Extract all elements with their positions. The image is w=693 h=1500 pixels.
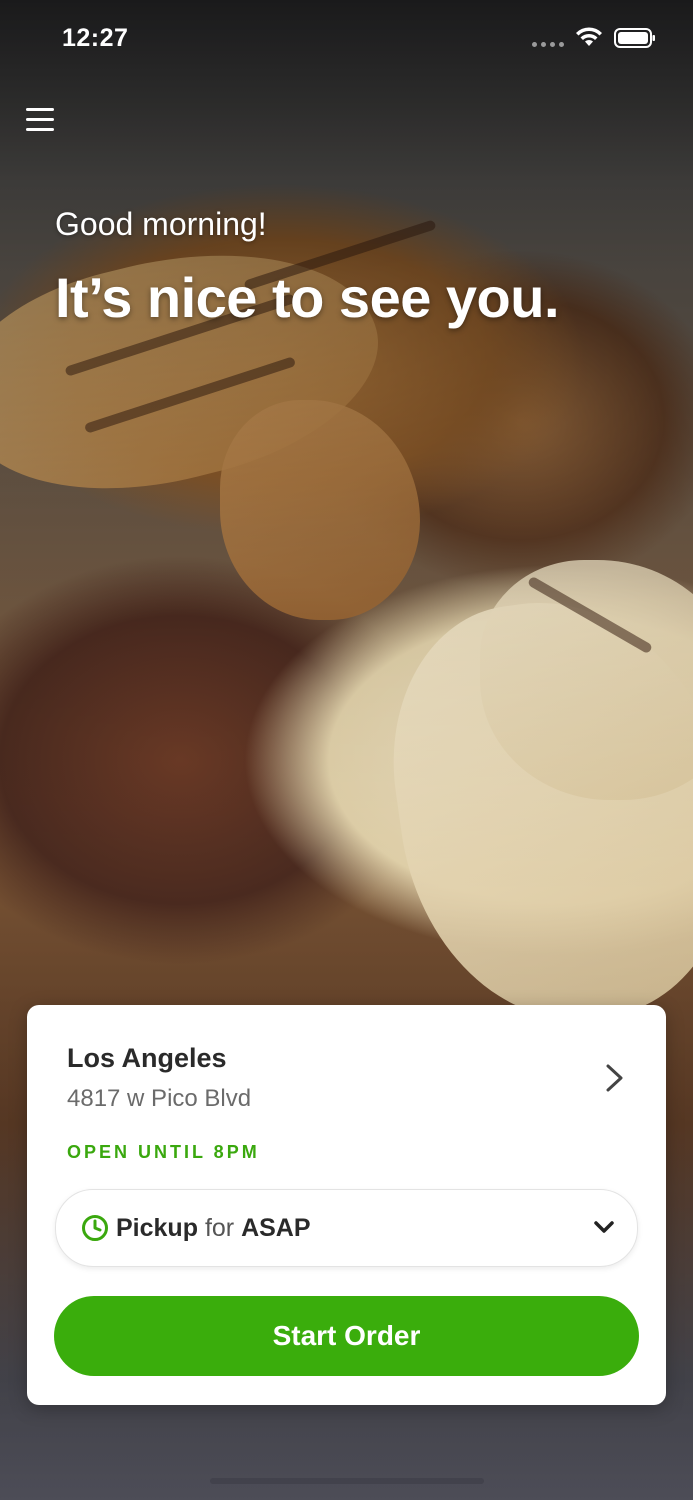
pickup-mode: Pickup <box>116 1214 198 1242</box>
page-headline: It’s nice to see you. <box>55 266 560 329</box>
pickup-time: ASAP <box>241 1214 311 1242</box>
signal-dots-icon <box>532 42 564 47</box>
wifi-icon <box>576 27 602 46</box>
hamburger-menu-icon[interactable] <box>26 106 54 134</box>
location-hours: OPEN UNTIL 8PM <box>67 1142 260 1162</box>
status-time: 12:27 <box>62 24 129 52</box>
pickup-connector: for <box>204 1214 235 1242</box>
battery-icon <box>614 28 655 48</box>
location-city: Los Angeles <box>67 1043 227 1073</box>
chevron-down-icon[interactable] <box>593 1220 615 1236</box>
location-selector[interactable]: Los Angeles 4817 w Pico Blvd OPEN UNTIL … <box>27 1005 666 1165</box>
location-card: Los Angeles 4817 w Pico Blvd OPEN UNTIL … <box>27 1005 666 1405</box>
pickup-time-dropdown[interactable]: Pickup for ASAP <box>55 1189 638 1267</box>
location-address: 4817 w Pico Blvd <box>67 1085 252 1112</box>
greeting-text: Good morning! <box>55 206 267 242</box>
chevron-right-icon[interactable] <box>603 1063 627 1093</box>
home-indicator[interactable] <box>210 1478 484 1484</box>
start-order-button[interactable]: Start Order <box>54 1296 639 1376</box>
pickup-summary: Pickup for ASAP <box>116 1214 311 1243</box>
clock-icon <box>82 1215 108 1241</box>
status-bar: 12:27 <box>0 0 693 78</box>
